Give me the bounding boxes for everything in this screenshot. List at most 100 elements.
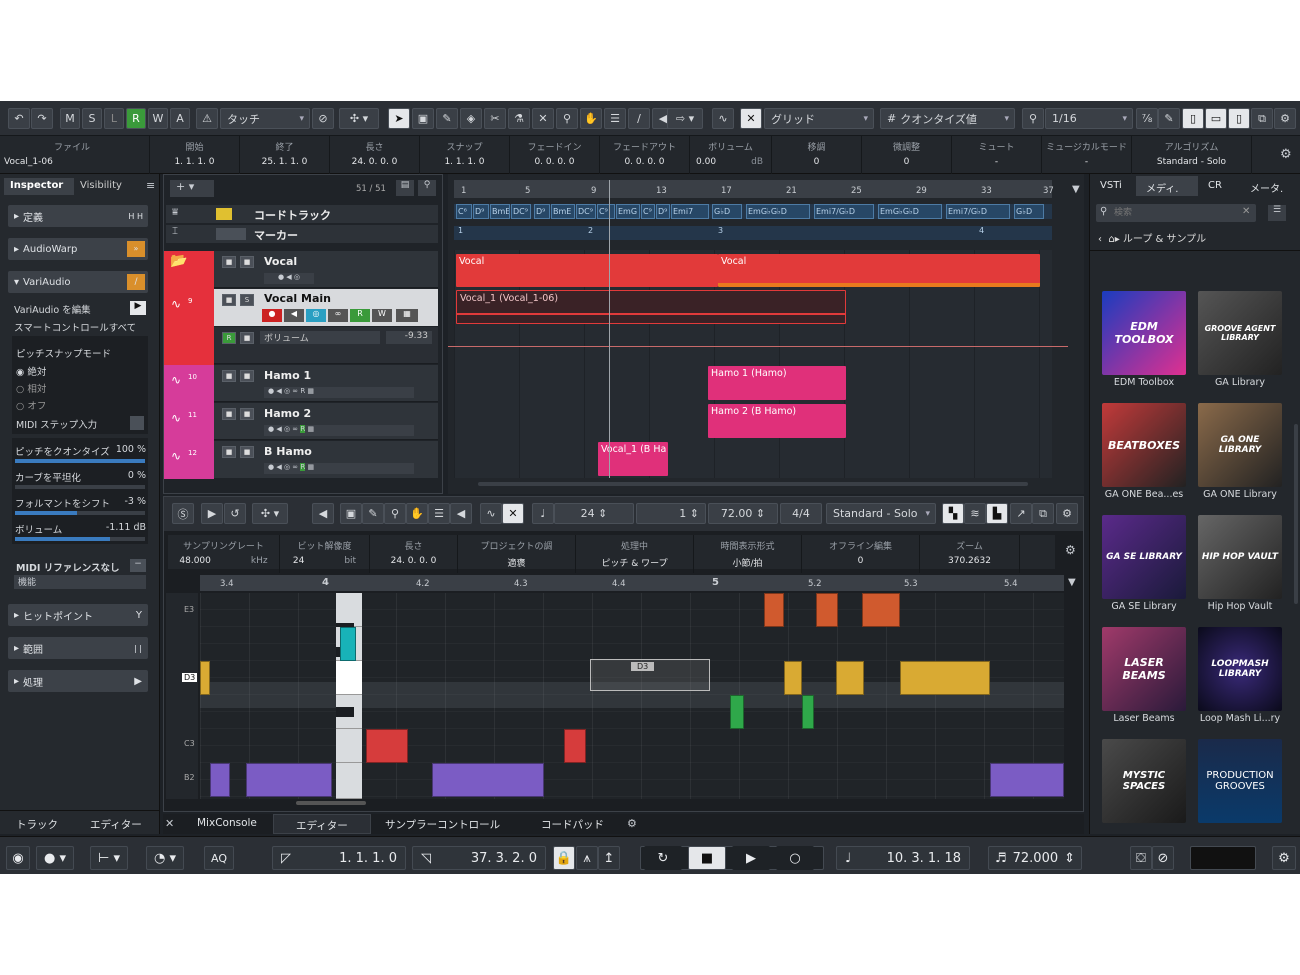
project-tools-icon[interactable]: ✣ ▾ [339,108,379,129]
record-mode-icon[interactable]: ● ▾ [36,846,74,870]
external-icon[interactable]: ↗ [1010,503,1032,524]
snap-option-relative[interactable]: ○ 相対 [16,381,46,395]
thumb-mystic-spaces[interactable]: MYSTIC SPACES [1102,739,1186,823]
solo-button[interactable]: ■ [240,446,254,458]
right-locator[interactable]: ◹ 37. 3. 2. 0 [412,846,546,870]
iterative-quantize-icon[interactable]: ⅞ [1136,108,1158,129]
section-variaudio[interactable]: ▾ VariAudio ∕ [8,271,148,293]
info-volume[interactable]: ボリューム 0.00 dB [690,136,772,174]
tab-sampler-control[interactable]: サンプラーコントロール [385,817,500,832]
chord-event[interactable]: G♭D [712,204,742,219]
variaudio-edit-button[interactable]: ▶ [130,301,146,315]
section-definition[interactable]: ▸ 定義 H H [8,205,148,227]
quantize-value-dropdown[interactable]: 1/16 [1045,108,1133,129]
note-segment[interactable] [990,763,1064,797]
info-offline[interactable]: オフライン編集 0 [802,535,920,573]
track-vocal-main[interactable]: ■ S Vocal Main ● ◀ ◎ ∞ R W ▦ [214,289,438,326]
scissors-tool-icon[interactable]: ✂ [484,108,506,129]
close-lower-zone-icon[interactable]: ✕ [165,817,174,830]
section-audiowarp[interactable]: ▸ AudioWarp » [8,238,148,260]
automation-mode-dropdown[interactable]: タッチ [220,108,310,129]
tab-editor-left[interactable]: エディター [90,817,142,832]
info-fine-tune[interactable]: 微調整 0 [862,136,952,174]
edit-mode-icon[interactable]: ⊘ [1152,846,1174,870]
note-segment[interactable] [862,593,900,627]
add-track-button[interactable]: + ▾ [170,180,214,197]
hamo1-event[interactable]: Hamo 1 (Hamo) [708,366,846,400]
play-button[interactable]: ▶ [732,846,770,870]
automation-lane-volume[interactable]: R ■ ボリューム -9.33 [214,327,438,364]
tab-media-active[interactable]: メディ. [1136,176,1198,196]
editor-tempo-field[interactable]: 72.00 ⇕ [708,503,778,524]
window-icon[interactable]: ⧉ [1032,503,1054,524]
zoom-icon[interactable]: ⚲ [384,503,406,524]
tab-meter[interactable]: メータ. [1250,180,1283,195]
pitch-quantize-slider[interactable] [15,459,145,463]
info-fade-in[interactable]: フェードイン 0. 0. 0. 0 [510,136,600,174]
section-range[interactable]: ▸ 範囲 | | [8,637,148,659]
layout-left-icon[interactable]: ▯ [1182,108,1204,129]
automation-value[interactable]: -9.33 [386,331,432,344]
marker-4[interactable]: 4 [979,226,984,235]
chord-event[interactable]: G♭D [1014,204,1044,219]
record-enable-icon[interactable]: ● [262,309,282,322]
note-segment[interactable] [432,763,544,797]
tools-icon[interactable]: ✣ ▾ [252,503,288,524]
line-tool-icon[interactable]: ∕ [628,108,650,129]
track-visibility-icon[interactable]: ▤ [396,180,414,196]
track-vocal[interactable]: ■ ■ Vocal ● ◀ ◎ [214,251,438,288]
range-tool-icon[interactable]: ▣ [412,108,434,129]
solo-button[interactable]: S [240,294,254,306]
info-end[interactable]: 終了 25. 1. 1. 0 [240,136,330,174]
note-segment[interactable] [802,695,814,729]
snap-option-off[interactable]: ○ オフ [16,398,46,412]
note-segment[interactable] [564,729,586,763]
editor-menu-icon[interactable]: ▼ [1068,577,1076,588]
tab-mixconsole[interactable]: MixConsole [197,817,257,829]
read-automation-icon[interactable]: R [350,309,370,322]
edit-channel-icon[interactable]: ▦ [396,309,418,322]
thumb-ga-one-library[interactable]: GA ONE LIBRARY [1198,403,1282,487]
chord-event[interactable]: C⁶ [456,204,472,219]
volume-automation-curve[interactable] [448,346,1068,347]
mute-button[interactable]: ■ [222,370,236,382]
marker-track-row[interactable]: ⌶ マーカー [166,225,438,243]
activity-icon[interactable]: ◉ [6,846,30,870]
eraser-tool-icon[interactable]: ◈ [460,108,482,129]
chord-event[interactable]: Emi7/G♭D [814,204,874,219]
info-project-key[interactable]: プロジェクトの調 適褒 [458,535,576,573]
note-segment[interactable] [816,593,838,627]
audition-icon[interactable]: ◀ [450,503,472,524]
thumb-beatboxes[interactable]: BEATBOXES [1102,403,1186,487]
sync-icon[interactable]: ⛋ [1130,846,1152,870]
info-toggle-icon[interactable]: ▙ [986,503,1008,524]
midi-ref-minus-button[interactable]: − [130,559,146,572]
note-segment[interactable] [246,763,332,797]
solo-button[interactable]: ■ [240,370,254,382]
midi-ref-mode-dropdown[interactable]: 機能 [14,575,146,589]
editor-signature-field[interactable]: 4/4 [780,503,822,524]
info-gear-icon[interactable]: ⚙ [1065,543,1076,557]
write-button[interactable]: ■ [240,332,254,344]
note-icon[interactable]: ♩ [532,503,554,524]
settings-gear-icon[interactable]: ⚙ [1274,108,1296,129]
chord-event[interactable]: Emi7 [671,204,709,219]
editor-gear-icon[interactable]: ⚙ [1056,503,1078,524]
layout-icon[interactable]: ⧉ [1251,108,1273,129]
info-settings-gear-icon[interactable]: ⚙ [1280,147,1292,162]
clear-icon[interactable]: ✕ [1242,206,1250,217]
marker-lane[interactable]: 1 2 3 4 [454,226,1052,240]
mute-button[interactable]: ■ [222,446,236,458]
marker-1[interactable]: 1 [458,226,463,235]
chord-track-row[interactable]: ⩸ コードトラック [166,205,438,223]
info-processing[interactable]: 処理中 ピッチ & ワープ [576,535,694,573]
info-zoom[interactable]: ズーム 370.2632 [920,535,1020,573]
smart-controls-label[interactable]: スマートコントロールすべて [14,320,136,334]
volume-slider[interactable] [15,537,145,541]
thumb-ga-library[interactable]: GROOVE AGENT LIBRARY [1198,291,1282,375]
editor-ruler[interactable]: 3.4 4 4.2 4.3 4.4 5 5.2 5.3 5.4 [200,575,1064,591]
horizontal-scrollbar[interactable] [478,482,1028,486]
tab-track[interactable]: トラック [16,817,58,832]
primary-time-display[interactable]: ♩ 10. 3. 1. 18 [836,846,970,870]
layout-right-icon[interactable]: ▯ [1228,108,1250,129]
